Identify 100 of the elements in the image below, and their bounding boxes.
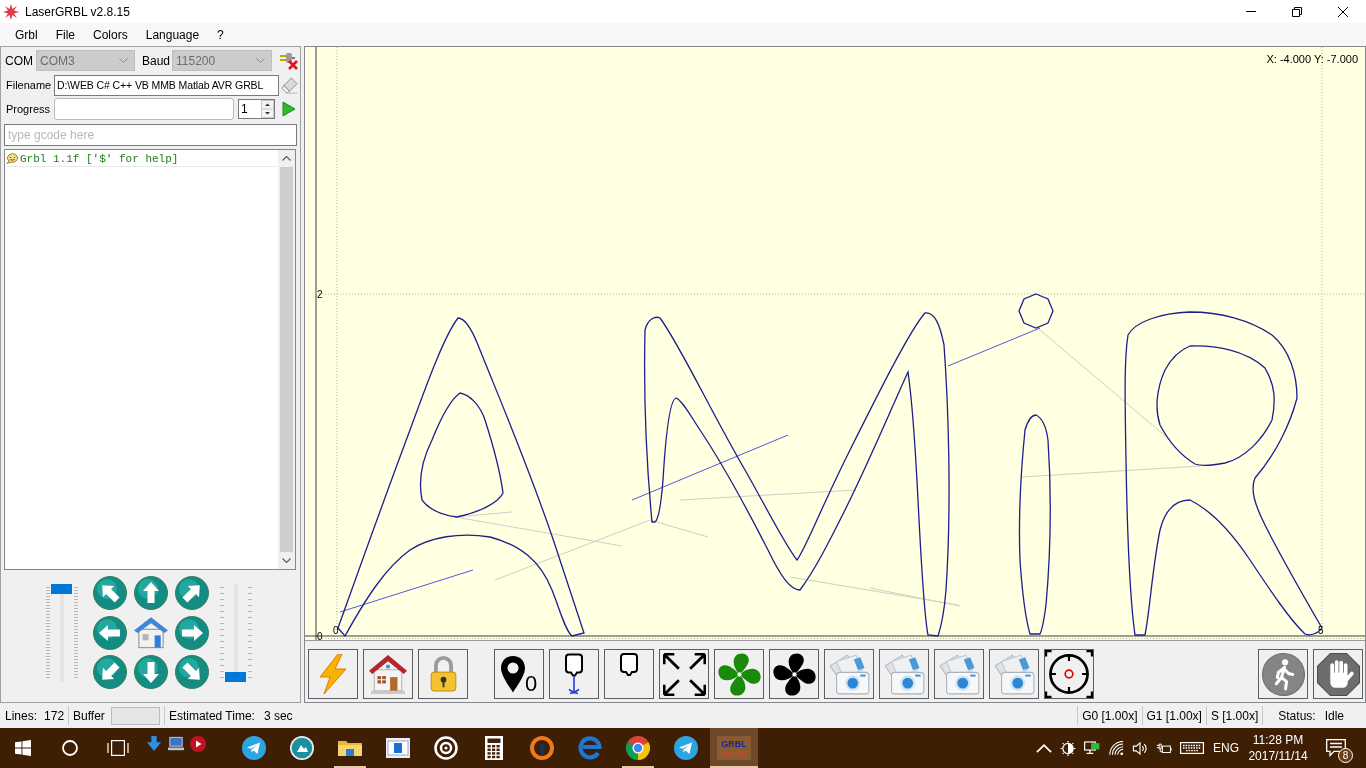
arrow-up-icon: [134, 576, 168, 610]
estimated-time: 3 sec: [263, 708, 293, 723]
quick-launch-button[interactable]: [187, 733, 209, 755]
menu-item[interactable]: File: [46, 24, 84, 45]
arrow-down-left-icon: [93, 655, 127, 689]
filename-field[interactable]: D:\WEB C# C++ VB MMB Matlab AVR GRBL: [54, 74, 279, 96]
window-icon: [386, 736, 410, 760]
windows-logo-icon: [15, 740, 31, 756]
logo-subtext: LASER: [720, 748, 748, 758]
spin-arrows-icon[interactable]: [261, 99, 274, 118]
jog-button[interactable]: [175, 576, 209, 610]
toolbar-button[interactable]: 0: [494, 649, 544, 699]
search-circle-icon: [62, 740, 78, 756]
override-factor: S [1.00x]: [1210, 708, 1259, 723]
jog-button[interactable]: [93, 615, 127, 650]
toolbar-button[interactable]: [604, 649, 654, 699]
arrow-down-right-icon: [175, 655, 209, 689]
slider-thumb[interactable]: [51, 584, 72, 594]
vertical-scrollbar[interactable]: [278, 150, 295, 569]
keyboard-icon[interactable]: [1180, 742, 1204, 754]
walking-person-icon: [1261, 652, 1305, 696]
scroll-thumb[interactable]: [280, 167, 293, 552]
map-pin-icon: [500, 655, 525, 693]
override-factor: G0 [1.00x]: [1082, 708, 1138, 723]
e-logo-icon: [578, 736, 602, 760]
buffer-label: Buffer: [73, 708, 105, 723]
toolbar-button[interactable]: [1044, 649, 1094, 699]
toolbar-button[interactable]: [1258, 649, 1308, 699]
jog-button[interactable]: [93, 576, 127, 610]
plug-disconnect-icon[interactable]: [279, 51, 298, 70]
jog-button[interactable]: [134, 576, 168, 610]
download-arrow-icon: [146, 736, 162, 752]
scroll-up-icon[interactable]: [282, 156, 291, 161]
menu-item[interactable]: Colors: [84, 24, 137, 45]
menu-item[interactable]: Language: [136, 24, 209, 45]
picture-circle-icon: [290, 736, 314, 760]
camera-icon: [992, 652, 1036, 696]
jog-button[interactable]: [93, 655, 127, 689]
axis-label: 0: [317, 631, 323, 640]
arrow-up-right-icon: [175, 576, 209, 610]
close-icon: [1338, 6, 1348, 17]
baud-label: Baud: [142, 53, 172, 68]
copies-spinner[interactable]: 1: [238, 98, 275, 119]
cursor-coordinates: X: -4.000 Y: -7.000: [1266, 53, 1358, 65]
menu-item[interactable]: ?: [208, 24, 233, 45]
minimize-icon: [1246, 11, 1256, 12]
caret-icon: [256, 58, 265, 63]
slider-thumb[interactable]: [225, 672, 246, 682]
ring-icon: [434, 736, 458, 760]
toolbar-button[interactable]: [549, 649, 599, 699]
laser-head-icon: [620, 653, 638, 676]
lightning-icon: [320, 654, 346, 694]
play-icon[interactable]: [282, 100, 296, 117]
preview-canvas[interactable]: X: -4.000 Y: -7.000 2 0 0 5: [305, 47, 1365, 641]
toolbar-button[interactable]: [989, 649, 1039, 699]
axis-label: 5: [1318, 625, 1324, 636]
gcode-input[interactable]: type gcode here: [4, 124, 297, 146]
arrow-left-icon: [93, 615, 127, 650]
record-icon: [190, 736, 206, 752]
wifi-icon[interactable]: [1108, 740, 1124, 756]
notification-icon[interactable]: [1326, 739, 1346, 757]
menu-item[interactable]: Grbl: [6, 24, 47, 45]
toolbar-button[interactable]: [879, 649, 929, 699]
keyhole-ring-icon: [530, 736, 554, 760]
toolbar-button[interactable]: [934, 649, 984, 699]
brightness-icon[interactable]: [1060, 740, 1076, 756]
jog-button[interactable]: [175, 655, 209, 689]
calculator-icon: [485, 736, 503, 760]
progress-label: Progress: [6, 102, 52, 115]
toolbar-button[interactable]: [363, 649, 413, 699]
house-icon: [134, 615, 168, 650]
task-view-icon: [107, 740, 129, 756]
time-label: Estimated Time:: [168, 708, 255, 723]
power-plug-icon[interactable]: [1156, 740, 1172, 756]
home-button[interactable]: [134, 615, 168, 650]
scroll-down-icon[interactable]: [282, 558, 291, 563]
toolbar-button[interactable]: [824, 649, 874, 699]
jog-button[interactable]: [175, 615, 209, 650]
paper-plane-icon: [674, 736, 698, 760]
paper-plane-icon: [242, 736, 266, 760]
laser-beam-icon: [565, 653, 583, 695]
jog-button[interactable]: [134, 655, 168, 689]
port-label: COM: [5, 53, 34, 68]
tricolor-circle-icon: [626, 736, 650, 760]
arrow-up-left-icon: [93, 576, 127, 610]
crosshair-icon: [1045, 650, 1093, 698]
log-text: Grbl 1.1f ['$' for help]: [20, 152, 179, 165]
network-icon[interactable]: [1084, 740, 1100, 756]
toolbar-button[interactable]: [1313, 649, 1363, 699]
clock-time[interactable]: 11:28 PM: [1252, 732, 1304, 748]
filename-label: Filename: [6, 79, 53, 91]
volume-icon[interactable]: [1132, 740, 1148, 756]
axis-label: 0: [333, 625, 339, 636]
burst-icon: [3, 3, 19, 20]
toolbar-button[interactable]: [659, 649, 709, 699]
language-indicator[interactable]: ENG: [1208, 741, 1244, 755]
notification-count-badge: 8: [1338, 748, 1353, 763]
lines-label: Lines:: [5, 708, 38, 723]
lines-count: 172: [44, 708, 65, 723]
clock-date[interactable]: 2017/11/14: [1248, 748, 1308, 764]
